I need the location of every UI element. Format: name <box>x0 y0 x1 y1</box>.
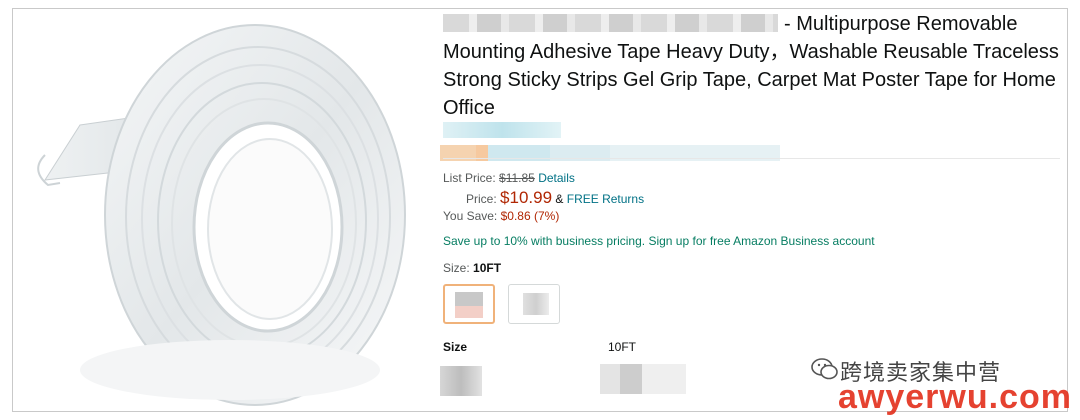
blurred-spec-value <box>600 364 686 394</box>
you-save-value: $0.86 (7%) <box>500 209 560 223</box>
divider <box>443 158 1060 159</box>
product-title: - Multipurpose Removable Mounting Adhesi… <box>443 10 1063 122</box>
size-selector-label: Size: 10FT <box>443 261 501 275</box>
blurred-store-link[interactable] <box>443 122 561 138</box>
price-value: $10.99 <box>500 188 553 207</box>
list-price-row: List Price: $11.85 Details <box>443 171 575 185</box>
price-label: Price: <box>466 192 497 206</box>
you-save-row: You Save: $0.86 (7%) <box>443 209 559 223</box>
watermark-url: awyerwu.com <box>838 378 1072 416</box>
blurred-brand <box>443 14 778 32</box>
spec-key-size: Size <box>443 340 468 354</box>
size-swatch-selected[interactable] <box>443 284 495 324</box>
size-label: Size: <box>443 261 470 275</box>
blurred-swatch-image <box>523 293 549 315</box>
business-pricing-link[interactable]: Save up to 10% with business pricing. Si… <box>443 234 875 248</box>
product-image[interactable] <box>20 5 420 410</box>
you-save-label: You Save: <box>443 209 498 223</box>
list-price-label: List Price: <box>443 171 496 185</box>
wechat-icon <box>811 358 838 380</box>
blurred-spec-key <box>440 366 482 396</box>
price-amp: & <box>555 192 564 206</box>
blurred-swatch-image <box>455 292 483 318</box>
free-returns-link[interactable]: FREE Returns <box>567 192 644 206</box>
details-link[interactable]: Details <box>538 171 575 185</box>
size-swatch-option[interactable] <box>508 284 560 324</box>
size-selected-value: 10FT <box>473 261 502 275</box>
list-price-value: $11.85 <box>499 171 535 185</box>
price-row: Price: $10.99 & FREE Returns <box>466 188 644 208</box>
spec-value-size: 10FT <box>608 340 637 354</box>
